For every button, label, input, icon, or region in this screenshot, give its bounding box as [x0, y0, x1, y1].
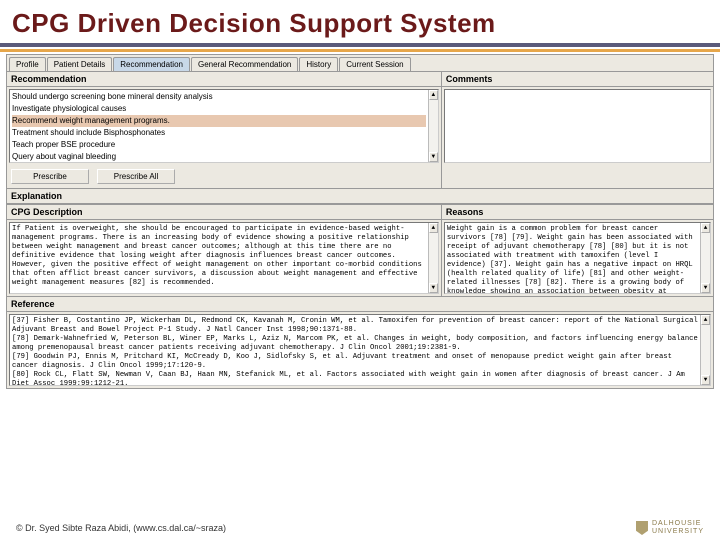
dalhousie-logo: DALHOUSIE UNIVERSITY	[636, 520, 704, 536]
scroll-track[interactable]	[701, 325, 710, 375]
button-row: Prescribe Prescribe All	[7, 165, 441, 188]
reasons-text[interactable]: Weight gain is a common problem for brea…	[444, 222, 711, 294]
scroll-up-icon[interactable]: ▲	[429, 223, 438, 233]
scroll-up-icon[interactable]: ▲	[429, 90, 438, 100]
reference-header: Reference	[7, 297, 713, 312]
scrollbar[interactable]: ▲ ▼	[428, 223, 438, 293]
recommendation-list[interactable]: Should undergo screening bone mineral de…	[9, 89, 439, 163]
scrollbar[interactable]: ▲ ▼	[428, 90, 438, 162]
scroll-down-icon[interactable]: ▼	[429, 283, 438, 293]
university-name-1: DALHOUSIE	[652, 520, 704, 528]
cpg-description-text[interactable]: If Patient is overweight, she should be …	[9, 222, 439, 294]
scroll-up-icon[interactable]: ▲	[701, 315, 710, 325]
list-item[interactable]: Teach proper BSE procedure	[12, 139, 426, 151]
comments-textarea[interactable]	[444, 89, 711, 163]
university-name-2: UNIVERSITY	[652, 528, 704, 536]
footer: © Dr. Syed Sibte Raza Abidi, (www.cs.dal…	[0, 520, 720, 536]
scrollbar[interactable]: ▲ ▼	[700, 223, 710, 293]
scroll-down-icon[interactable]: ▼	[701, 375, 710, 385]
scroll-down-icon[interactable]: ▼	[701, 283, 710, 293]
cpg-description-content: If Patient is overweight, she should be …	[12, 225, 422, 287]
shield-icon	[636, 521, 648, 535]
reasons-header: Reasons	[442, 205, 713, 220]
reference-line: [37] Fisher B, Costantino JP, Wickerham …	[12, 317, 698, 335]
list-item[interactable]: Query about vaginal bleeding	[12, 151, 426, 163]
copyright-text: © Dr. Syed Sibte Raza Abidi, (www.cs.dal…	[16, 523, 226, 533]
accent-bar	[0, 49, 720, 52]
scroll-track[interactable]	[429, 100, 438, 152]
prescribe-all-button[interactable]: Prescribe All	[97, 169, 175, 184]
tab-current-session[interactable]: Current Session	[339, 57, 410, 71]
reference-text[interactable]: [37] Fisher B, Costantino JP, Wickerham …	[9, 314, 711, 386]
slide-title: CPG Driven Decision Support System	[0, 0, 720, 47]
scrollbar[interactable]: ▲ ▼	[700, 315, 710, 385]
app-window: Profile Patient Details Recommendation G…	[6, 54, 714, 389]
scroll-track[interactable]	[701, 233, 710, 283]
explanation-header: Explanation	[7, 189, 713, 204]
cpg-description-header: CPG Description	[7, 205, 441, 220]
reference-line: [79] Goodwin PJ, Ennis M, Pritchard KI, …	[12, 353, 698, 371]
tab-profile[interactable]: Profile	[9, 57, 46, 71]
scroll-up-icon[interactable]: ▲	[701, 223, 710, 233]
tab-patient-details[interactable]: Patient Details	[47, 57, 113, 71]
scroll-down-icon[interactable]: ▼	[429, 152, 438, 162]
list-item[interactable]: Treatment should include Bisphosphonates	[12, 127, 426, 139]
list-item[interactable]: Should undergo screening bone mineral de…	[12, 91, 426, 103]
tab-history[interactable]: History	[299, 57, 338, 71]
list-item[interactable]: Investigate physiological causes	[12, 103, 426, 115]
scroll-track[interactable]	[429, 233, 438, 283]
reference-line: [78] Demark-Wahnefried W, Peterson BL, W…	[12, 335, 698, 353]
tab-recommendation[interactable]: Recommendation	[113, 57, 190, 71]
tab-bar: Profile Patient Details Recommendation G…	[7, 55, 713, 72]
comments-header: Comments	[442, 72, 713, 87]
list-item-selected[interactable]: Recommend weight management programs.	[12, 115, 426, 127]
tab-general-recommendation[interactable]: General Recommendation	[191, 57, 298, 71]
recommendation-header: Recommendation	[7, 72, 441, 87]
prescribe-button[interactable]: Prescribe	[11, 169, 89, 184]
reference-line: [80] Rock CL, Flatt SW, Newman V, Caan B…	[12, 371, 698, 386]
reasons-content: Weight gain is a common problem for brea…	[447, 225, 697, 294]
